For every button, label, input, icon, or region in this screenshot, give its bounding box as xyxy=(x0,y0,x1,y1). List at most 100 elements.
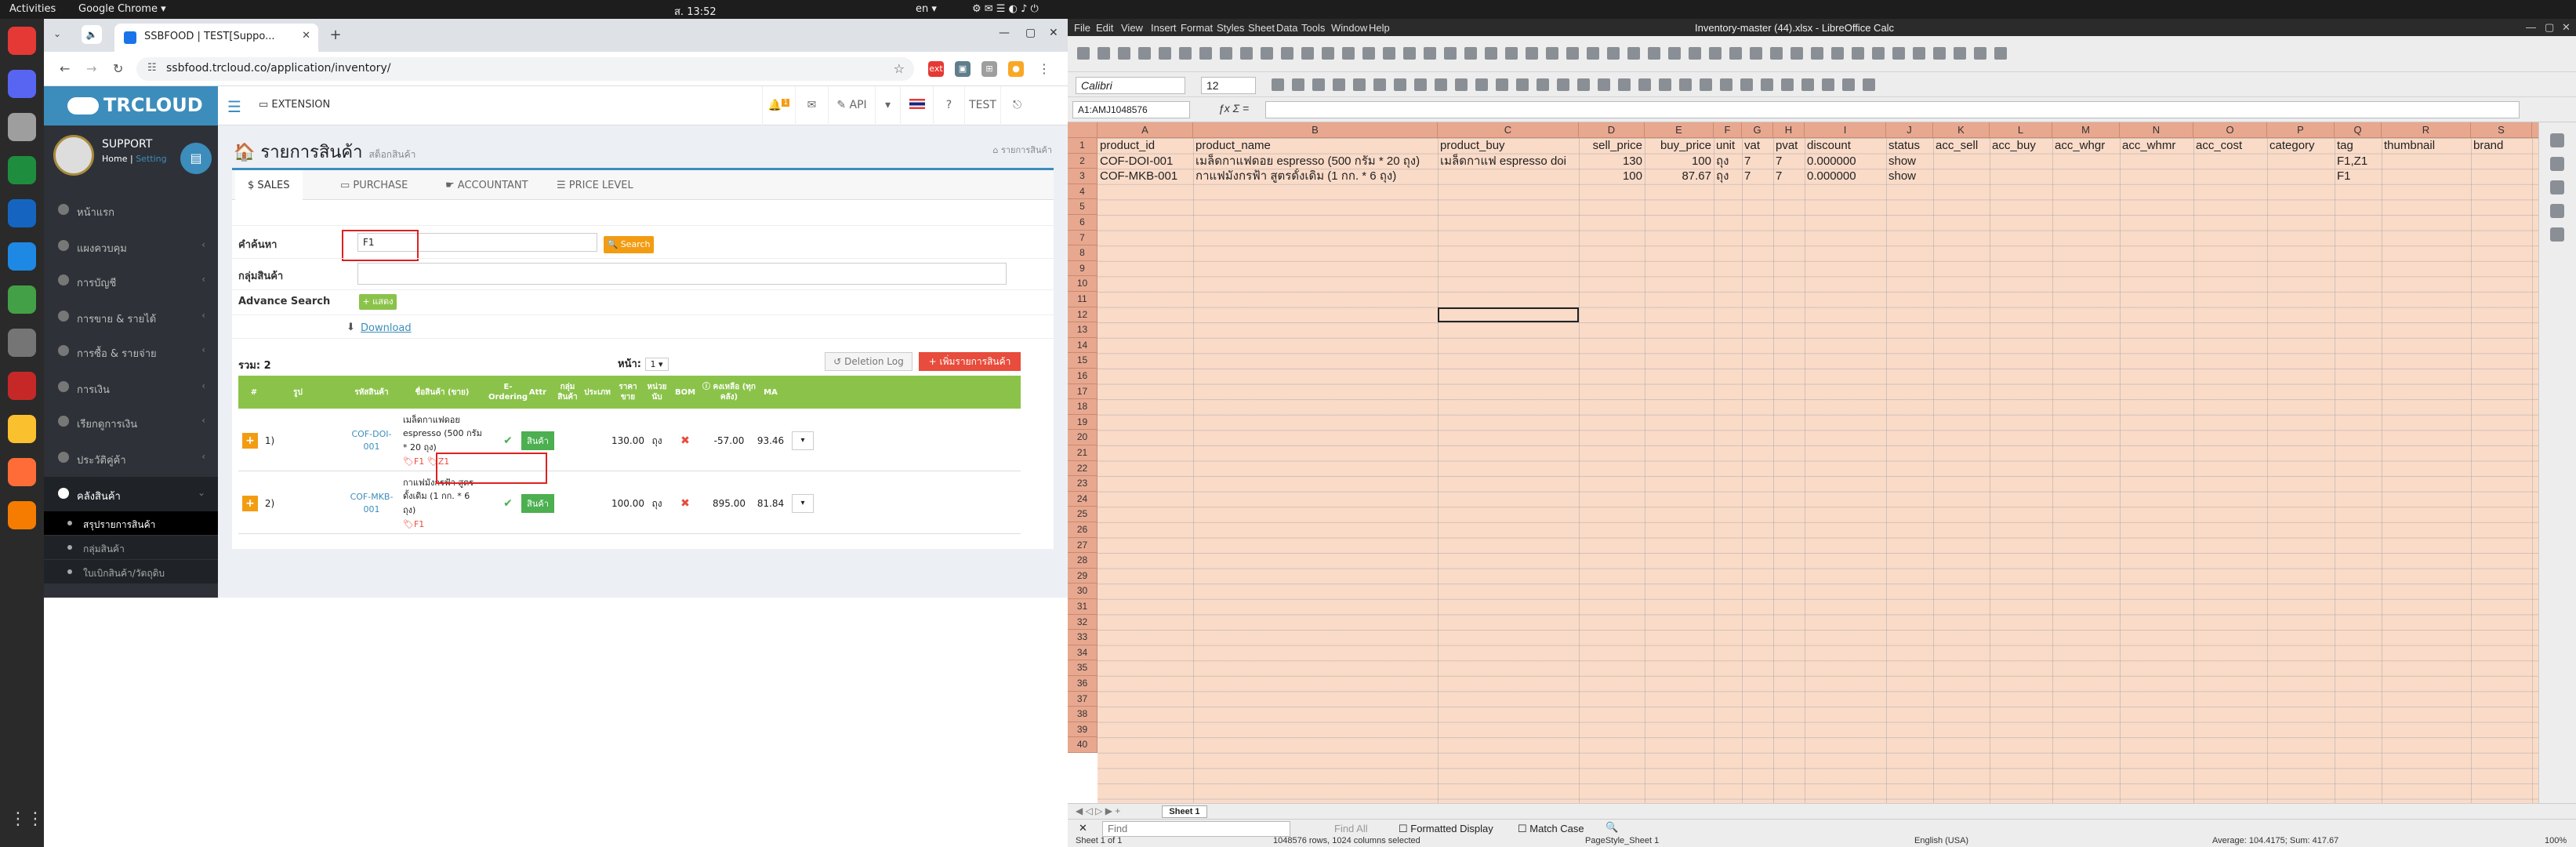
discord-icon[interactable] xyxy=(8,70,36,98)
toolbar-button-icon[interactable] xyxy=(1403,47,1416,60)
row-header[interactable]: 1 xyxy=(1068,138,1098,154)
data-cell[interactable]: COF-DOI-001 xyxy=(1098,154,1193,169)
files-icon[interactable] xyxy=(8,113,36,141)
calc-menu-tools[interactable]: Tools xyxy=(1301,22,1325,34)
sidebar-item[interactable]: การบัญชี ‹ xyxy=(44,264,218,298)
toolbar-button-icon[interactable] xyxy=(1505,47,1518,60)
deletion-log-button[interactable]: ↺ Deletion Log xyxy=(825,352,912,371)
header-cell[interactable]: product_name xyxy=(1193,138,1438,154)
extension-icon[interactable]: ▣ xyxy=(955,61,971,77)
toolbar-button-icon[interactable] xyxy=(1913,47,1925,60)
data-cell[interactable]: 7 xyxy=(1773,169,1805,184)
row-header[interactable]: 39 xyxy=(1068,722,1098,738)
row-header[interactable]: 27 xyxy=(1068,537,1098,554)
format-button-icon[interactable] xyxy=(1679,78,1692,91)
format-button-icon[interactable] xyxy=(1577,78,1590,91)
header-cell[interactable]: brand xyxy=(2471,138,2532,154)
header-cell[interactable]: buy_price xyxy=(1645,138,1714,154)
header-cell[interactable]: tag xyxy=(2335,138,2382,154)
data-cell[interactable]: 100 xyxy=(1645,154,1714,169)
find-all-button[interactable]: Find All xyxy=(1334,823,1368,834)
row-header[interactable]: 2 xyxy=(1068,153,1098,169)
format-button-icon[interactable] xyxy=(1700,78,1712,91)
toolbar-button-icon[interactable] xyxy=(1892,47,1905,60)
expand-row-button[interactable]: + xyxy=(242,433,258,449)
row-header[interactable]: 32 xyxy=(1068,614,1098,631)
format-button-icon[interactable] xyxy=(1761,78,1773,91)
system-tray-icons[interactable]: ⚙ ✉ ☰ ◐ ♪ ⏻ xyxy=(972,3,1039,15)
format-button-icon[interactable] xyxy=(1292,78,1304,91)
toolbar-button-icon[interactable] xyxy=(1648,47,1660,60)
tab-price-level[interactable]: ☰ PRICE LEVEL xyxy=(544,170,646,200)
properties-icon[interactable] xyxy=(2550,133,2564,147)
calc-menu-format[interactable]: Format xyxy=(1181,22,1213,34)
book-button[interactable]: ▤ xyxy=(180,143,212,174)
maximize-icon[interactable]: ▢ xyxy=(2545,21,2554,34)
format-button-icon[interactable] xyxy=(1822,78,1834,91)
column-header[interactable]: N xyxy=(2120,122,2193,138)
bookmark-star-icon[interactable]: ☆ xyxy=(894,61,905,76)
data-cell[interactable]: 130 xyxy=(1579,154,1645,169)
trcloud-logo[interactable]: TRCLOUD xyxy=(44,86,218,125)
sidebar-item[interactable]: การขาย & รายได้ ‹ xyxy=(44,300,218,334)
data-cell[interactable]: เมล็ดกาแฟดอย espresso (500 กรัม * 20 ถุง… xyxy=(1193,154,1438,169)
column-header[interactable]: A xyxy=(1098,122,1193,138)
calc-menu-view[interactable]: View xyxy=(1121,22,1143,34)
profile-icon[interactable]: ● xyxy=(1008,61,1024,77)
row-header[interactable]: 11 xyxy=(1068,292,1098,307)
row-header[interactable]: 34 xyxy=(1068,645,1098,661)
format-button-icon[interactable] xyxy=(1659,78,1671,91)
navigator-icon[interactable] xyxy=(2550,204,2564,218)
column-header[interactable]: O xyxy=(2193,122,2267,138)
toolbar-button-icon[interactable] xyxy=(1301,47,1314,60)
data-cell[interactable]: 7 xyxy=(1742,169,1773,184)
toolbar-button-icon[interactable] xyxy=(1424,47,1436,60)
close-window-icon[interactable]: ✕ xyxy=(2562,21,2571,34)
data-cell[interactable]: 100 xyxy=(1579,169,1645,184)
toolbar-button-icon[interactable] xyxy=(1709,47,1722,60)
toolbar-button-icon[interactable] xyxy=(1464,47,1477,60)
header-cell[interactable]: acc_cost xyxy=(2193,138,2267,154)
close-tab-icon[interactable]: ✕ xyxy=(302,30,310,42)
toolbar-button-icon[interactable] xyxy=(1383,47,1395,60)
app-red-icon[interactable] xyxy=(8,372,36,400)
header-cell[interactable]: vat xyxy=(1742,138,1773,154)
sidebar-item[interactable]: เรียกดูการเงิน ‹ xyxy=(44,405,218,439)
format-button-icon[interactable] xyxy=(1353,78,1366,91)
toolbar-button-icon[interactable] xyxy=(1077,47,1090,60)
api-link[interactable]: ✎ API xyxy=(828,86,875,125)
help-icon[interactable]: ? xyxy=(933,86,964,125)
row-header[interactable]: 21 xyxy=(1068,445,1098,461)
row-header[interactable]: 16 xyxy=(1068,369,1098,384)
toolbar-button-icon[interactable] xyxy=(1159,47,1171,60)
calc-menu-insert[interactable]: Insert xyxy=(1151,22,1177,34)
row-header[interactable]: 3 xyxy=(1068,169,1098,184)
row-header[interactable]: 30 xyxy=(1068,583,1098,599)
toolbar-button-icon[interactable] xyxy=(1138,47,1151,60)
toolbar-button-icon[interactable] xyxy=(1770,47,1783,60)
sheet-tab[interactable]: Sheet 1 xyxy=(1162,805,1207,818)
toolbar-button-icon[interactable] xyxy=(1933,47,1946,60)
editor-icon[interactable] xyxy=(8,415,36,443)
column-header[interactable]: หน่วยนับ xyxy=(643,376,671,409)
calc-menu-help[interactable]: Help xyxy=(1369,22,1390,34)
column-header[interactable]: S xyxy=(2471,122,2532,138)
column-header[interactable]: F xyxy=(1714,122,1742,138)
activities-button[interactable]: Activities xyxy=(9,3,56,15)
formula-input[interactable] xyxy=(1265,101,2520,118)
back-icon[interactable]: ← xyxy=(60,61,70,76)
toolbar-button-icon[interactable] xyxy=(1526,47,1538,60)
minimize-icon[interactable]: — xyxy=(2526,21,2536,33)
new-tab-button[interactable]: + xyxy=(326,27,345,45)
column-header[interactable]: ชื่อสินค้า (ขาย) xyxy=(403,376,481,409)
sidebar-item[interactable]: การเงิน ‹ xyxy=(44,370,218,405)
mail-icon[interactable]: ✉ xyxy=(795,86,828,125)
toolbar-button-icon[interactable] xyxy=(1587,47,1599,60)
column-header[interactable]: Attr xyxy=(522,376,553,409)
data-cell[interactable]: เมล็ดกาแฟ espresso doi xyxy=(1438,154,1579,169)
column-header[interactable]: I xyxy=(1805,122,1886,138)
header-cell[interactable]: unit xyxy=(1714,138,1742,154)
clock[interactable]: ส. 13:52 xyxy=(674,3,717,20)
format-button-icon[interactable] xyxy=(1720,78,1732,91)
column-header[interactable]: M xyxy=(2052,122,2120,138)
